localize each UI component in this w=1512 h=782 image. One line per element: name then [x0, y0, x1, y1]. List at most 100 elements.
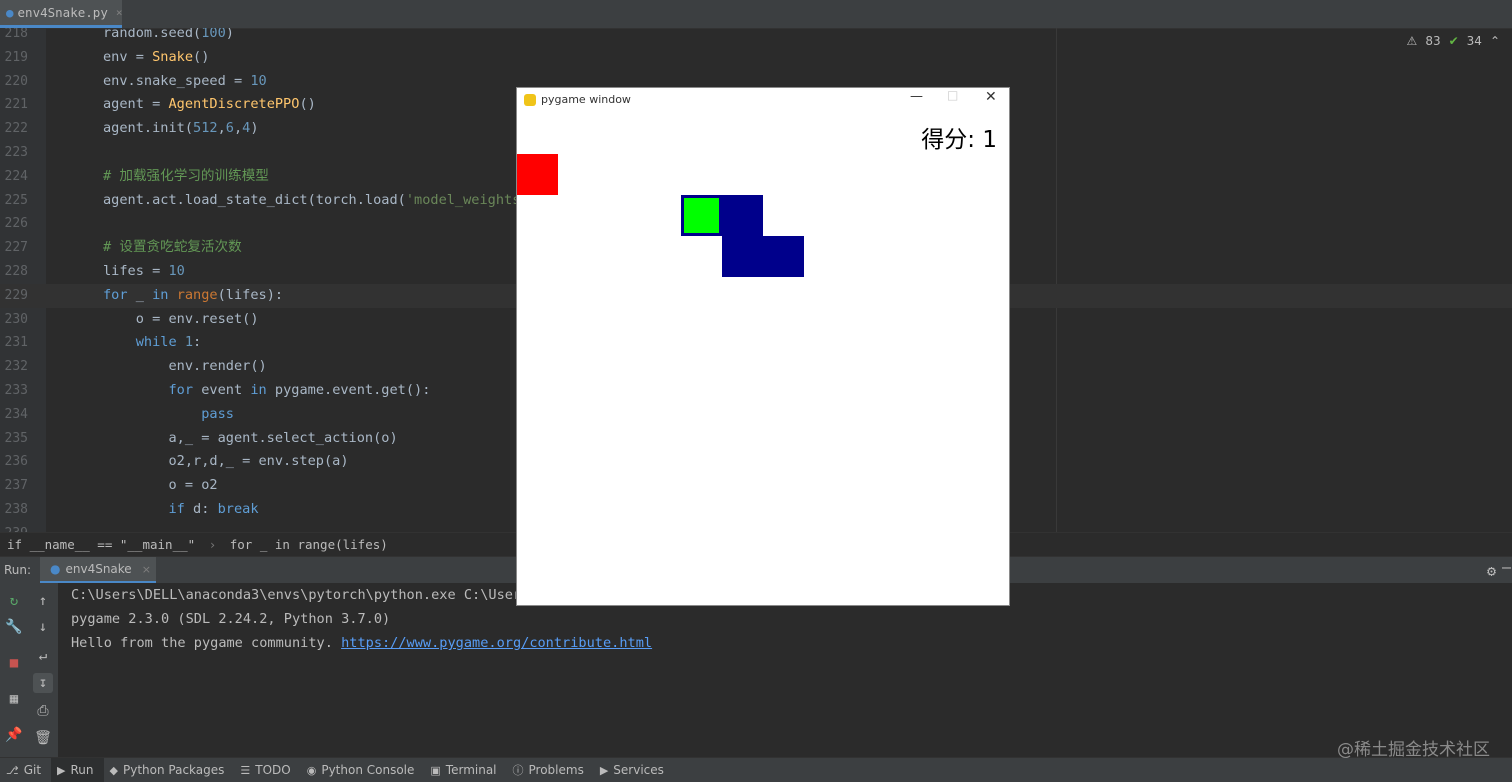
console-line: C:\Users\DELL\anaconda3\envs\pytorch\pyt…: [71, 587, 530, 603]
bottom-item-label: Python Packages: [122, 763, 225, 777]
stop-icon[interactable]: ■: [4, 653, 24, 673]
code-text: lifes = 10: [103, 263, 185, 279]
code-text: agent = AgentDiscretePPO(): [103, 96, 316, 113]
console-hello-text: Hello from the pygame community.: [71, 635, 342, 651]
problems-icon: ⓘ: [512, 764, 524, 777]
food-cell: [517, 154, 558, 195]
print-icon[interactable]: ⎙: [33, 701, 53, 721]
bottom-item-label: Problems: [528, 763, 584, 777]
code-text: for _ in range(lifes):: [103, 286, 284, 303]
line-number: 237: [4, 478, 28, 494]
bottom-item-terminal[interactable]: ▣ Terminal: [424, 758, 506, 782]
bottom-item-todo[interactable]: ☰ TODO: [234, 758, 300, 782]
pygame-logo-icon: [524, 94, 536, 106]
code-line[interactable]: 218 random.seed(100): [0, 28, 1512, 46]
arrow-down-icon[interactable]: ↓: [33, 617, 53, 637]
run-tab-env4snake[interactable]: ● env4Snake ×: [40, 557, 156, 584]
pygame-window[interactable]: pygame window — □ ✕ 得分: 1: [517, 88, 1009, 605]
line-number: 235: [4, 430, 28, 446]
run-toolbar: ↻ ↑ 🔧 ↓ ■ ↵ ↧ ▦ ⎙ 📌 🗑: [0, 583, 58, 757]
code-text: # 设置贪吃蛇复活次数: [103, 239, 242, 256]
code-text: o = env.reset(): [103, 310, 259, 327]
code-text: # 加载强化学习的训练模型: [103, 167, 269, 184]
pygame-contribute-link[interactable]: https://www.pygame.org/contribute.html: [341, 635, 652, 651]
soft-wrap-icon[interactable]: ↵: [33, 646, 53, 666]
git-icon: ⎇: [6, 763, 19, 777]
bottom-item-run[interactable]: ▶ Run: [51, 758, 104, 782]
console-line: Hello from the pygame community. https:/…: [71, 635, 652, 651]
bottom-tool-bar: ⎇ Git ▶ Run ◆ Python Packages ☰ TODO ◉ Python…: [0, 757, 1512, 782]
console-line: pygame 2.3.0 (SDL 2.24.2, Python 3.7.0): [71, 611, 391, 627]
game-canvas[interactable]: 得分: 1: [517, 112, 1009, 605]
line-number: 233: [4, 383, 28, 398]
run-console[interactable]: C:\Users\DELL\anaconda3\envs\pytorch\pyt…: [58, 583, 1512, 757]
code-text: env.snake_speed = 10: [103, 72, 267, 89]
code-text: while 1:: [135, 334, 202, 351]
line-number: 223: [4, 145, 28, 160]
pygame-window-title: pygame window: [541, 93, 631, 106]
close-icon[interactable]: ×: [142, 563, 151, 576]
rerun-icon[interactable]: ↻: [4, 591, 24, 611]
run-icon: ▶: [57, 763, 66, 777]
bottom-item-services[interactable]: ▶ Services: [594, 758, 674, 782]
minimize-icon[interactable]: —: [910, 89, 923, 104]
editor-tab-label: env4Snake.py: [17, 5, 108, 20]
line-number: 224: [4, 168, 28, 184]
pygame-titlebar[interactable]: pygame window — □ ✕: [517, 88, 1009, 112]
line-number: 220: [4, 73, 28, 89]
chevron-up-icon[interactable]: ⌃: [1490, 34, 1500, 48]
gear-icon[interactable]: ⚙: [1487, 562, 1496, 580]
scroll-to-end-icon[interactable]: ↧: [33, 673, 53, 693]
line-number: 236: [4, 454, 28, 470]
line-number: 226: [4, 216, 28, 232]
inspection-widget[interactable]: ⚠ 83 ✔ 34 ⌃: [1407, 34, 1500, 48]
line-number: 229: [4, 287, 28, 303]
run-tab-label: env4Snake: [65, 562, 132, 576]
line-number: 222: [4, 121, 28, 137]
score-text: 得分: 1: [921, 127, 997, 153]
bottom-item-label: Services: [613, 763, 664, 777]
code-text: env.render(): [103, 358, 267, 375]
line-number: 227: [4, 240, 28, 256]
code-text: env = Snake(): [103, 48, 210, 65]
trash-icon[interactable]: 🗑: [33, 728, 53, 748]
python-console-icon: ◉: [306, 763, 317, 777]
line-number: 225: [4, 192, 28, 208]
code-line[interactable]: 219 env = Snake(): [0, 46, 1512, 70]
warning-count: 83: [1425, 34, 1441, 48]
bottom-item-git[interactable]: ⎇ Git: [0, 758, 51, 782]
breadcrumb-item-main[interactable]: if __name__ == "__main__": [7, 537, 195, 552]
editor-tab-bar: ● env4Snake.py ×: [0, 0, 1512, 29]
bottom-item-problems[interactable]: ⓘ Problems: [507, 758, 594, 782]
ok-count: 34: [1466, 34, 1482, 48]
code-text: a,_ = agent.select_action(o): [103, 429, 398, 446]
check-icon: ✔: [1448, 34, 1459, 48]
line-number: 230: [4, 311, 28, 327]
breadcrumb-item-for[interactable]: for _ in range(lifes): [230, 537, 388, 552]
code-text: agent.init(512,6,4): [103, 120, 259, 137]
code-text: if d: break: [168, 501, 259, 517]
layout-icon[interactable]: ▦: [4, 689, 24, 709]
editor-tab-env4snake[interactable]: ● env4Snake.py ×: [0, 0, 122, 28]
minimize-icon[interactable]: —: [1502, 558, 1512, 576]
close-icon[interactable]: ✕: [985, 89, 997, 105]
line-number: 234: [4, 406, 28, 422]
python-run-icon: ●: [50, 562, 61, 576]
pin-icon[interactable]: 📌: [4, 725, 24, 745]
line-number: 228: [4, 264, 28, 279]
terminal-icon: ▣: [430, 763, 441, 777]
bottom-item-python-packages[interactable]: ◆ Python Packages: [104, 758, 235, 782]
warning-icon: ⚠: [1406, 34, 1418, 48]
run-label: Run:: [4, 563, 32, 577]
bottom-item-python-console[interactable]: ◉ Python Console: [301, 758, 425, 782]
snake-body-cell: [722, 236, 804, 277]
code-text: for event in pygame.event.get():: [168, 382, 431, 398]
code-text: agent.act.load_state_dict(torch.load('mo…: [103, 191, 521, 208]
close-icon[interactable]: ×: [116, 6, 123, 19]
snake-head-cell: [684, 198, 719, 233]
maximize-icon[interactable]: □: [947, 88, 958, 102]
wrench-icon[interactable]: 🔧: [4, 617, 24, 637]
bottom-item-label: Python Console: [321, 763, 415, 777]
arrow-up-icon[interactable]: ↑: [33, 591, 53, 611]
code-text: random.seed(100): [103, 28, 234, 41]
